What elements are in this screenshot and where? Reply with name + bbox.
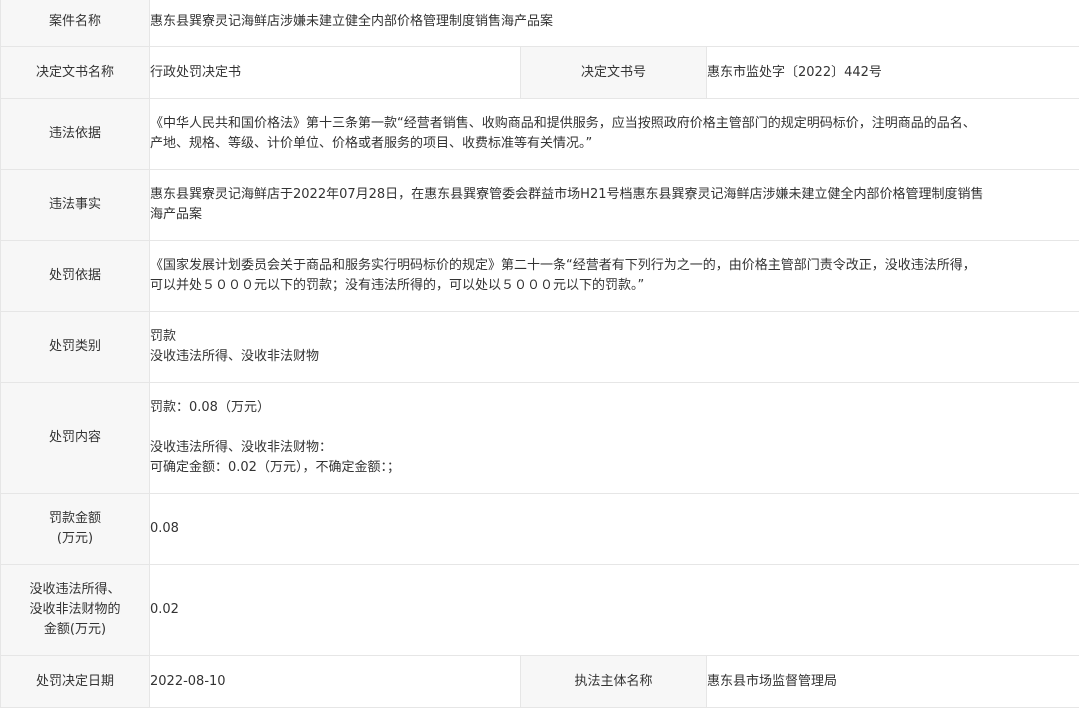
penalty-type-value: 罚款 没收违法所得、没收非法财物 <box>149 311 1079 383</box>
row-penalty-basis: 处罚依据 《国家发展计划委员会关于商品和服务实行明码标价的规定》第二十一条“经营… <box>0 240 1079 312</box>
confiscation-amount-label-line-3: 金额(万元) <box>43 622 107 637</box>
row-decision-document: 决定文书名称 行政处罚决定书 决定文书号 惠东市监处字〔2022〕442号 <box>0 46 1079 99</box>
decision-doc-name-label: 决定文书名称 <box>0 46 150 99</box>
violation-basis-line-1: 《中华人民共和国价格法》第十三条第一款“经营者销售、收购商品和提供服务，应当按照… <box>150 116 976 131</box>
penalty-content-value: 罚款：0.08（万元） 没收违法所得、没收非法财物： 可确定金额：0.02（万元… <box>149 382 1079 494</box>
fine-amount-label-line-1: 罚款金额 <box>48 511 101 526</box>
row-penalty-content: 处罚内容 罚款：0.08（万元） 没收违法所得、没收非法财物： 可确定金额：0.… <box>0 382 1079 494</box>
decision-doc-number-value: 惠东市监处字〔2022〕442号 <box>706 46 1079 99</box>
penalty-type-line-2: 没收违法所得、没收非法财物 <box>150 349 320 364</box>
penalty-content-confiscation-line: 没收违法所得、没收非法财物： <box>150 440 333 455</box>
decision-doc-number-label: 决定文书号 <box>520 46 707 99</box>
enforcement-agency-label: 执法主体名称 <box>520 655 707 708</box>
confiscation-amount-label: 没收违法所得、 没收非法财物的 金额(万元) <box>0 564 150 656</box>
confiscation-amount-label-line-1: 没收违法所得、 <box>29 582 121 597</box>
penalty-content-label: 处罚内容 <box>0 382 150 494</box>
row-violation-basis: 违法依据 《中华人民共和国价格法》第十三条第一款“经营者销售、收购商品和提供服务… <box>0 98 1079 170</box>
decision-date-value: 2022-08-10 <box>149 655 521 708</box>
violation-facts-line-1: 惠东县巽寮灵记海鲜店于2022年07月28日，在惠东县巽寮管委会群益市场H21号… <box>150 187 984 202</box>
case-name-label: 案件名称 <box>0 0 150 47</box>
row-confiscation-amount: 没收违法所得、 没收非法财物的 金额(万元) 0.02 <box>0 564 1079 656</box>
violation-basis-value: 《中华人民共和国价格法》第十三条第一款“经营者销售、收购商品和提供服务，应当按照… <box>149 98 1079 170</box>
penalty-content-spacer <box>150 418 1079 438</box>
case-name-value: 惠东县巽寮灵记海鲜店涉嫌未建立健全内部价格管理制度销售海产品案 <box>149 0 1079 47</box>
violation-facts-value: 惠东县巽寮灵记海鲜店于2022年07月28日，在惠东县巽寮管委会群益市场H21号… <box>149 169 1079 241</box>
fine-amount-label-line-2: (万元) <box>56 531 94 546</box>
penalty-basis-line-2: 可以并处５０００元以下的罚款；没有违法所得的，可以处以５０００元以下的罚款。” <box>150 278 645 293</box>
row-violation-facts: 违法事实 惠东县巽寮灵记海鲜店于2022年07月28日，在惠东县巽寮管委会群益市… <box>0 169 1079 241</box>
violation-basis-line-2: 产地、规格、等级、计价单位、价格或者服务的项目、收费标准等有关情况。” <box>150 136 593 151</box>
penalty-type-line-1: 罚款 <box>150 329 177 344</box>
row-penalty-type: 处罚类别 罚款 没收违法所得、没收非法财物 <box>0 311 1079 383</box>
decision-date-label: 处罚决定日期 <box>0 655 150 708</box>
penalty-basis-line-1: 《国家发展计划委员会关于商品和服务实行明码标价的规定》第二十一条“经营者有下列行… <box>150 258 976 273</box>
penalty-basis-label: 处罚依据 <box>0 240 150 312</box>
confiscation-amount-value: 0.02 <box>149 564 1079 656</box>
penalty-content-amount-line: 可确定金额：0.02（万元），不确定金额：； <box>150 460 400 475</box>
row-case-name: 案件名称 惠东县巽寮灵记海鲜店涉嫌未建立健全内部价格管理制度销售海产品案 <box>0 0 1079 47</box>
violation-basis-label: 违法依据 <box>0 98 150 170</box>
confiscation-amount-label-line-2: 没收非法财物的 <box>29 602 121 617</box>
row-fine-amount: 罚款金额 (万元) 0.08 <box>0 493 1079 565</box>
enforcement-agency-value: 惠东县市场监督管理局 <box>706 655 1079 708</box>
penalty-type-label: 处罚类别 <box>0 311 150 383</box>
fine-amount-label: 罚款金额 (万元) <box>0 493 150 565</box>
violation-facts-line-2: 海产品案 <box>150 207 203 222</box>
decision-doc-name-value: 行政处罚决定书 <box>149 46 521 99</box>
penalty-record-table: 案件名称 惠东县巽寮灵记海鲜店涉嫌未建立健全内部价格管理制度销售海产品案 决定文… <box>0 0 1079 708</box>
fine-amount-value: 0.08 <box>149 493 1079 565</box>
row-decision-date: 处罚决定日期 2022-08-10 执法主体名称 惠东县市场监督管理局 <box>0 655 1079 708</box>
violation-facts-label: 违法事实 <box>0 169 150 241</box>
penalty-basis-value: 《国家发展计划委员会关于商品和服务实行明码标价的规定》第二十一条“经营者有下列行… <box>149 240 1079 312</box>
penalty-content-fine-line: 罚款：0.08（万元） <box>150 400 270 415</box>
